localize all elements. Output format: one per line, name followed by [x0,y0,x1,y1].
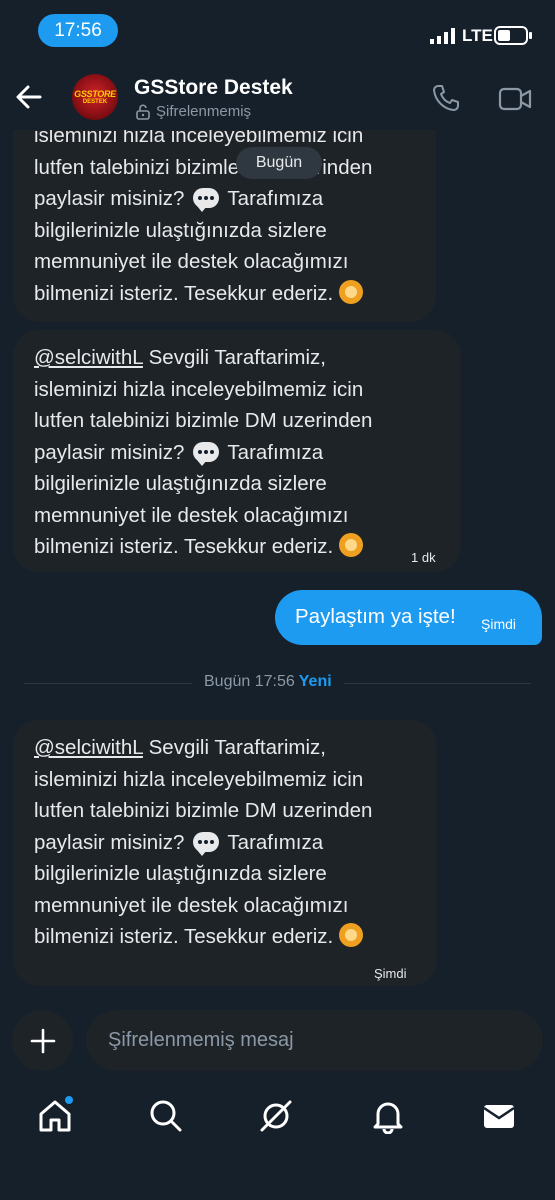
grok-icon [260,1100,292,1132]
message-line: memnuniyet ile destek olacağımızı [34,503,349,527]
message-line: Tarafımıza [227,830,324,854]
tab-notifications[interactable] [370,1098,410,1138]
signal-icon [430,28,455,44]
mail-icon [483,1105,515,1128]
tab-home[interactable] [37,1096,77,1138]
received-message[interactable]: @selciwithL Sevgili Taraftarimiz, islemi… [13,720,437,986]
message-line: Tarafımıza [227,187,324,210]
battery-icon [494,26,532,45]
message-timestamp: Şimdi [481,616,517,632]
message-line: bilmenizi isteriz. Tesekkur ederiz. [34,535,334,558]
message-timestamp: Şimdi [374,966,407,981]
message-line: bilgilerinizle ulaştığınızda sizlere [34,218,327,242]
phone-icon[interactable] [430,82,462,114]
message-line: bilmenizi isteriz. Tesekkur ederiz. [34,925,334,948]
message-line: bilgilerinizle ulaştığınızda sizlere [34,862,327,885]
lion-emoji [338,533,363,557]
video-call-icon[interactable] [498,86,532,112]
message-line: bilmenizi isteriz. Tesekkur ederiz. [34,281,334,305]
bell-icon [373,1102,403,1135]
message-line: paylasir misiniz? [34,187,185,210]
message-line: Sevgili Taraftarimiz, [148,736,326,759]
divider-time: Bugün 17:56 [204,673,295,690]
avatar-logo-text: GSSTORE [74,89,116,99]
tab-search[interactable] [148,1098,188,1138]
message-line: lutfen talebinizi bizimle DM uzerinden [34,409,373,432]
bottom-tab-bar [0,1084,555,1200]
message-line: memnuniyet ile destek olacağımızı [34,893,349,917]
message-line: bilgilerinizle ulaştığınızda sizlere [34,472,327,495]
chat-title[interactable]: GSStore Destek [134,76,293,100]
message-line: Tarafımıza [227,440,324,464]
add-media-button[interactable] [12,1010,73,1071]
date-pill: Bugün [236,147,322,179]
chat-header: GSSTORE DESTEK GSStore Destek Şifrelenme… [0,60,555,130]
received-message[interactable]: isleminizi hizla inceleyebilmemiz icin l… [13,100,436,322]
mention-link[interactable]: @selciwithL [34,736,143,759]
speech-bubble-emoji [193,441,220,466]
speech-bubble-emoji [193,188,220,212]
message-line: paylasir misiniz? [34,830,185,854]
lion-emoji [338,279,363,304]
message-timestamp: 1 dk [411,550,436,565]
network-label: LTE [462,26,493,45]
sent-message-text: Paylaştım ya işte! [295,605,456,628]
tab-grok[interactable] [258,1098,298,1138]
message-line: isleminizi hizla inceleyebilmemiz icin [34,767,364,791]
notification-dot [65,1096,73,1104]
encryption-label: Şifrelenmemiş [156,103,252,120]
status-bar: 17:56 LTE [0,0,555,60]
avatar[interactable]: GSSTORE DESTEK [72,74,118,120]
message-line: Sevgili Taraftarimiz, [148,346,326,369]
encryption-status: Şifrelenmemiş [136,103,251,120]
back-arrow-icon[interactable] [14,82,44,112]
avatar-logo-subtext: DESTEK [82,99,108,105]
sent-message[interactable]: Paylaştım ya işte! Şimdi [275,590,542,645]
divider-label: Bugün 17:56 Yeni [192,673,344,691]
message-input[interactable] [86,1010,543,1071]
message-line: isleminizi hizla inceleyebilmemiz icin [34,377,364,401]
message-line: memnuniyet ile destek olacağımızı [34,250,349,273]
mention-link[interactable]: @selciwithL [34,346,143,369]
search-icon [150,1100,182,1132]
tab-messages[interactable] [481,1098,521,1138]
status-time: 17:56 [38,14,118,47]
message-line: lutfen talebinizi bizimle DM uzerinden [34,155,373,179]
new-badge: Yeni [298,673,332,690]
lion-emoji [338,923,363,947]
message-line: lutfen talebinizi bizimle DM uzerinden [34,799,373,822]
plus-icon [30,1028,55,1053]
speech-bubble-emoji [193,831,220,856]
message-line: paylasir misiniz? [34,440,185,464]
received-message[interactable]: @selciwithL Sevgili Taraftarimiz, islemi… [13,330,461,572]
unlocked-icon [136,103,150,120]
